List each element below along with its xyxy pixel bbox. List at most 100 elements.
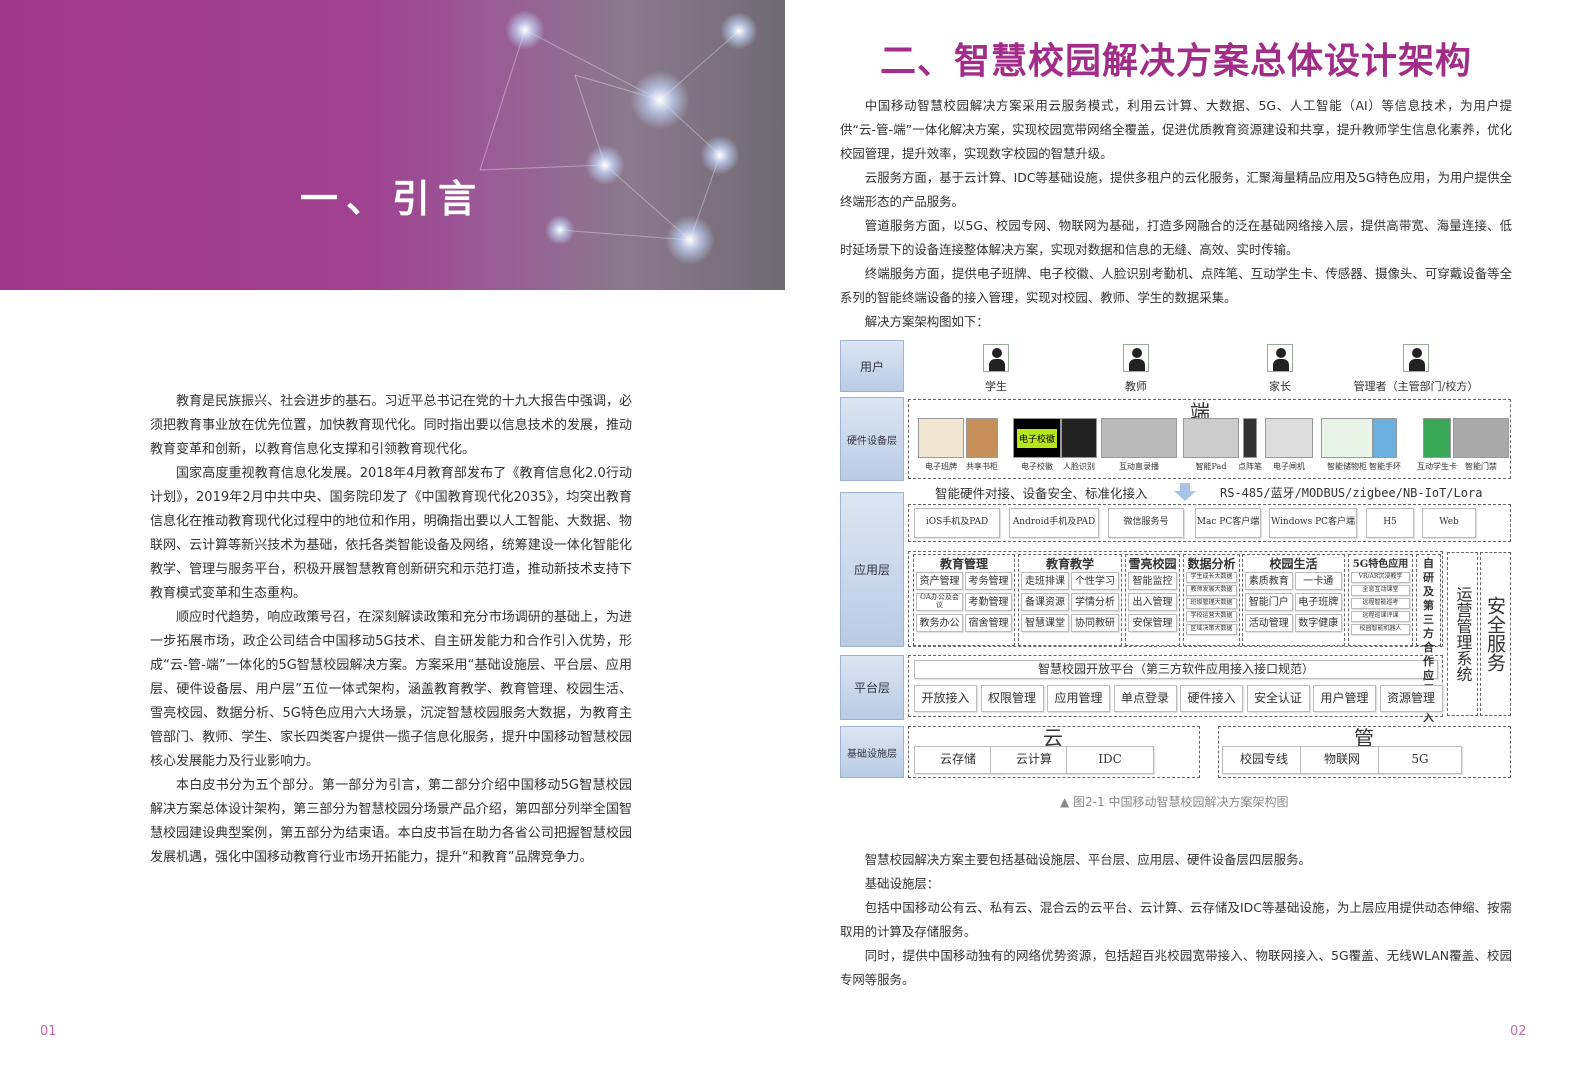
pipe-item: 物联网 (1300, 746, 1384, 774)
app-item: 电子班牌 (1294, 593, 1342, 611)
pipe-item: 校园专线 (1222, 746, 1306, 774)
cloud-item: IDC (1066, 746, 1154, 774)
hardware-item: 智能Pad (1180, 418, 1242, 472)
hardware-image (1243, 418, 1257, 458)
app-item: 班级管理大数据 (1186, 598, 1237, 609)
app-item: 区域决策大数据 (1186, 624, 1237, 635)
platform-item: 应用管理 (1047, 685, 1110, 712)
hardware-item: 电子班牌 (915, 418, 967, 472)
overview-text: 中国移动智慧校园解决方案采用云服务模式，利用云计算、大数据、5G、人工智能（AI… (840, 94, 1512, 334)
paragraph: 同时，提供中国移动独有的网络优势资源，包括超百兆校园宽带接入、物联网接入、5G覆… (840, 948, 1512, 987)
app-item: 宿舍管理 (965, 614, 1012, 632)
security-service: 安全服务 (1480, 552, 1511, 716)
paragraph: 教育是民族振兴、社会进步的基石。习近平总书记在党的十九大报告中强调，必须把教育事… (150, 394, 632, 457)
hardware-image (1373, 418, 1397, 458)
layer-app: 应用层 (840, 492, 904, 647)
app-item: 出入管理 (1128, 593, 1177, 611)
platform-item: 安全认证 (1246, 685, 1310, 712)
intro-text: 教育是民族振兴、社会进步的基石。习近平总书记在党的十九大报告中强调，必须把教育事… (150, 390, 632, 870)
app-group-title: 雪亮校园 (1128, 557, 1177, 571)
client-6: Web (1422, 508, 1476, 538)
section-title: 一、引言 (300, 177, 485, 221)
user-2: 教师 (1116, 344, 1156, 394)
hardware-image (1101, 418, 1177, 458)
platform-item: 权限管理 (980, 685, 1044, 712)
hardware-image: 电子校徽 (1013, 418, 1061, 458)
paragraph: 本白皮书分为五个部分。第一部分为引言，第二部分介绍中国移动5G智慧校园解决方案总… (150, 778, 632, 865)
app-item: 数字健康 (1294, 614, 1342, 632)
user-4: 管理者（主管部门/校方） (1350, 344, 1482, 394)
hardware-image (1321, 418, 1373, 458)
hardware-item: 智能门禁 (1450, 418, 1512, 472)
layer-infra: 基础设施层 (840, 726, 904, 778)
user-3: 家长 (1260, 344, 1300, 394)
app-item: 备课资源 (1021, 593, 1069, 611)
page-number: 01 (40, 1024, 57, 1039)
user-label: 教师 (1125, 380, 1147, 393)
app-item: 协同教研 (1071, 614, 1119, 632)
app-item: 智能监控 (1128, 572, 1177, 590)
platform-item: 资源管理 (1379, 685, 1443, 712)
hardware-label: 电子班牌 (925, 462, 957, 471)
badge-text: 电子校徽 (1016, 428, 1057, 448)
hardware-label: 共享书柜 (966, 462, 998, 471)
app-item: 学校运营大数据 (1186, 611, 1237, 622)
app-item: 智能门户 (1245, 593, 1293, 611)
layer-user: 用户 (840, 340, 904, 392)
app-group-title: 5G特色应用 (1352, 559, 1409, 570)
figure-caption: ▲ 图2-1 中国移动智慧校园解决方案架构图 (1060, 795, 1289, 809)
architecture-diagram: 用户 硬件设备层 应用层 平台层 基础设施层 端 智能硬件对接、设备安全、标准化… (840, 340, 1512, 780)
hardware-label: 智能门禁 (1465, 462, 1497, 471)
hardware-image (1453, 418, 1509, 458)
app-item: 走班排课 (1021, 572, 1069, 590)
layer-platform: 平台层 (840, 655, 904, 720)
user-label: 管理者（主管部门/校方） (1353, 380, 1479, 393)
app-item: 资产管理 (916, 572, 963, 590)
app-item: 教师发展大数据 (1186, 585, 1237, 596)
layer-hardware: 硬件设备层 (840, 397, 904, 481)
hardware-item: 点阵笔 (1238, 418, 1262, 472)
paragraph: 解决方案架构图如下： (864, 314, 989, 329)
paragraph: 云服务方面，基于云计算、IDC等基础设施，提供多租户的云化服务，汇聚海量精品应用… (840, 170, 1512, 209)
app-item: 全息互动课堂 (1351, 585, 1410, 596)
app-group-title: 数据分析 (1187, 557, 1236, 571)
paragraph: 终端服务方面，提供电子班牌、电子校徽、人脸识别考勤机、点阵笔、互动学生卡、传感器… (840, 266, 1512, 305)
client-3: Mac PC客户端 (1195, 508, 1261, 538)
platform-item: 用户管理 (1313, 685, 1376, 712)
hardware-label: 智能储物柜 (1327, 462, 1367, 471)
paragraph: 包括中国移动公有云、私有云、混合云的云平台、云计算、云存储及IDC等基础设施，为… (840, 900, 1512, 939)
hardware-item: 电子校徽 电子校徽 (1010, 418, 1064, 472)
section-title: 二、智慧校园解决方案总体设计架构 (880, 41, 1473, 82)
app-item: OA办公及会议 (916, 593, 963, 611)
app-item: 学情分析 (1071, 593, 1119, 611)
arrow-down-icon (1174, 483, 1196, 501)
client-0: iOS手机及PAD (914, 508, 1000, 538)
app-group-title: 教育管理 (939, 557, 988, 571)
app-item: 远程智能巡考 (1351, 598, 1410, 609)
paragraph: 智慧校园解决方案主要包括基础设施层、平台层、应用层、硬件设备层四层服务。 (864, 852, 1311, 867)
hardware-item: 互动直录播 (1098, 418, 1180, 472)
hardware-image (1265, 418, 1313, 458)
app-group-title: 教育教学 (1045, 557, 1094, 571)
page-number: 02 (1510, 1024, 1527, 1039)
paragraph: 管道服务方面，以5G、校园专网、物联网为基础，打造多网融合的泛在基础网络接入层，… (840, 218, 1512, 257)
hardware-label: 电子闸机 (1273, 462, 1305, 471)
hardware-label: 智能手环 (1369, 462, 1401, 471)
hardware-item: 智能手环 (1369, 418, 1401, 472)
app-item: 个性学习 (1071, 572, 1119, 590)
hardware-label: 互动直录播 (1119, 462, 1159, 471)
hardware-label: 智能Pad (1195, 462, 1227, 471)
user-label: 家长 (1269, 380, 1291, 393)
hardware-item: 互动学生卡 (1417, 418, 1457, 472)
app-item: VR/AR沉浸教学 (1351, 572, 1410, 583)
app-group-title: 校园生活 (1269, 557, 1318, 571)
paragraph: 中国移动智慧校园解决方案采用云服务模式，利用云计算、大数据、5G、人工智能（AI… (840, 98, 1512, 161)
hardware-item: 电子闸机 (1262, 418, 1316, 472)
user-avatar-icon (1267, 344, 1293, 372)
paragraph: 基础设施层： (864, 876, 940, 891)
user-avatar-icon (1123, 344, 1149, 372)
user-avatar-icon (1403, 344, 1429, 372)
user-avatar-icon (983, 344, 1009, 372)
client-2: 微信服务号 (1108, 508, 1184, 538)
cloud-item: 云计算 (990, 746, 1078, 774)
